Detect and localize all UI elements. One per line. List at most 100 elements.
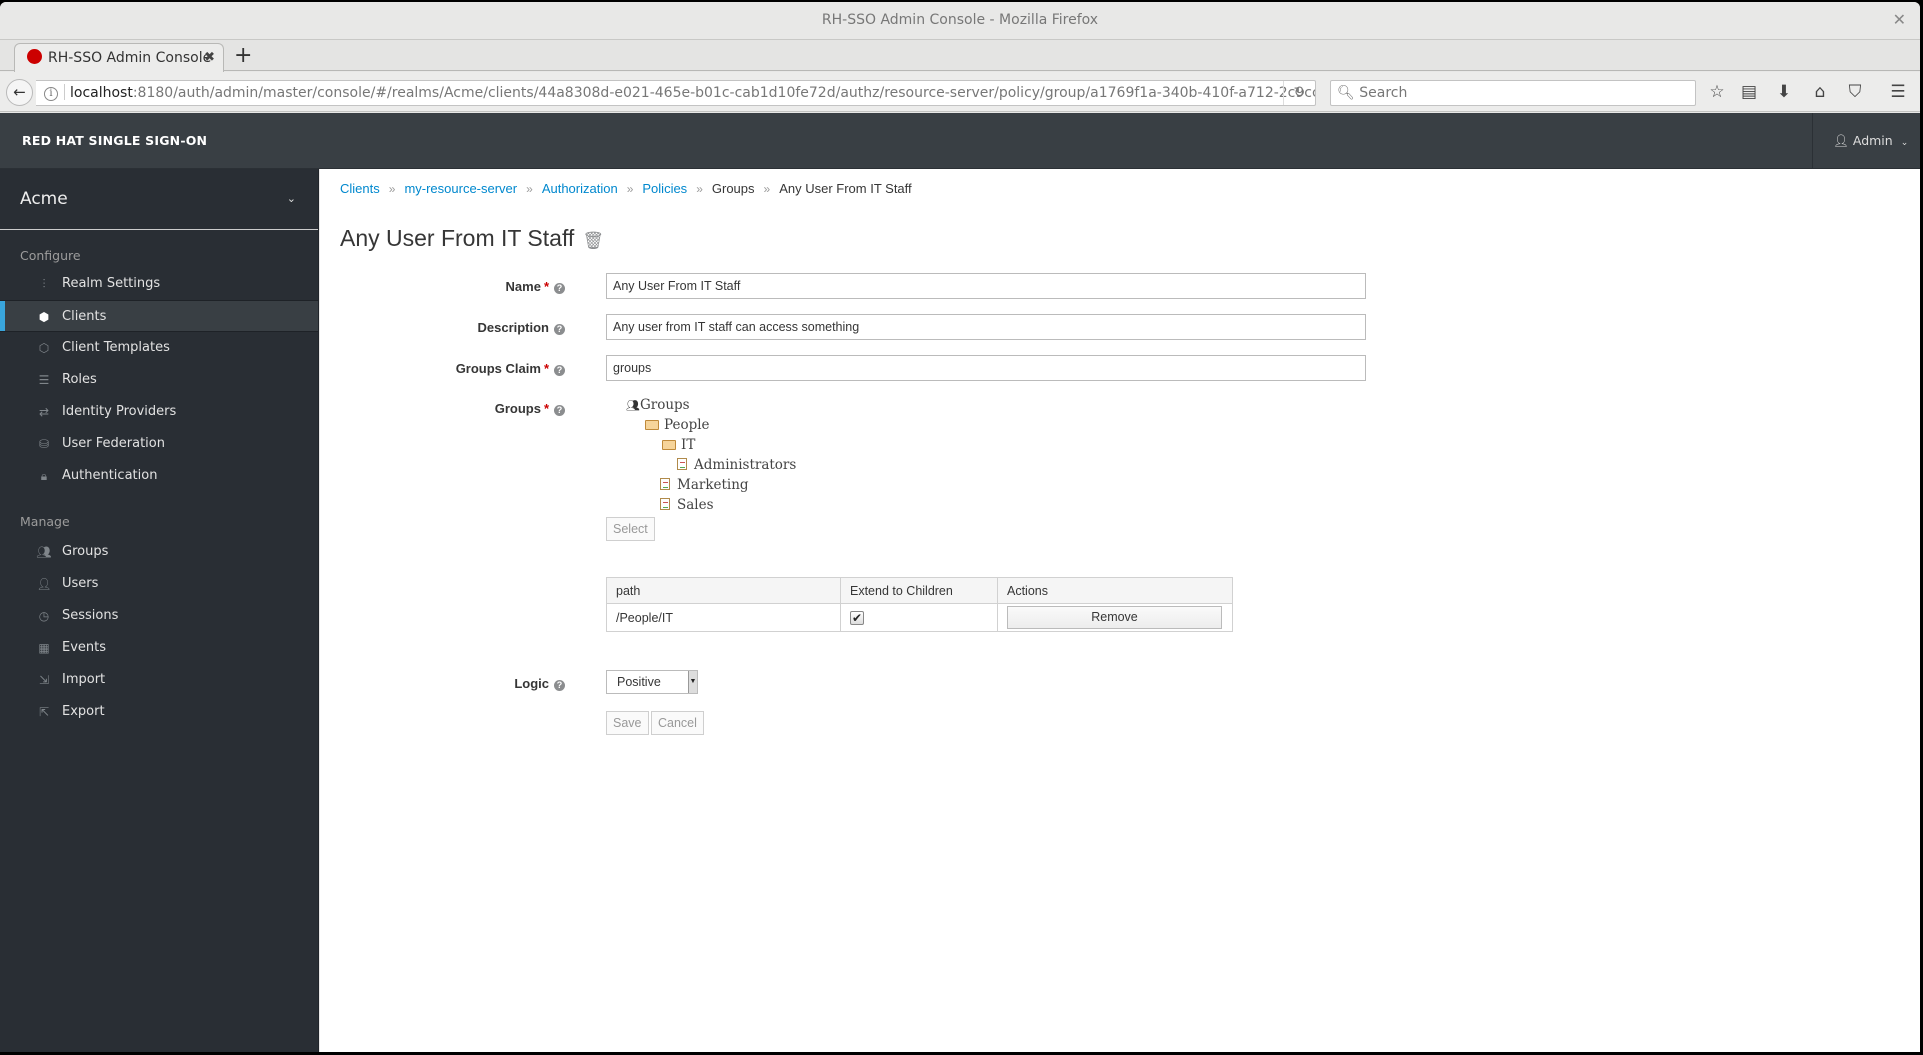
document-icon: [660, 478, 670, 490]
path-cell: /People/IT: [606, 603, 841, 632]
realm-selector[interactable]: Acme ⌄: [0, 169, 318, 230]
section-configure: Configure: [20, 248, 81, 263]
brand-logo[interactable]: RED HAT SINGLE SIGN-ON: [22, 113, 207, 169]
help-icon[interactable]: ?: [554, 405, 565, 416]
export-icon: ⇱: [38, 705, 50, 719]
remove-button[interactable]: Remove: [1007, 606, 1222, 629]
breadcrumb-item[interactable]: Clients: [340, 181, 380, 196]
selected-groups-table: path Extend to Children Actions /People/…: [606, 577, 1233, 632]
description-label: Description?: [477, 320, 565, 335]
tab-close-icon[interactable]: ✖: [204, 44, 215, 72]
download-icon[interactable]: ⬇: [1771, 80, 1797, 104]
browser-tab[interactable]: RH-SSO Admin Console ✖: [14, 43, 224, 73]
help-icon[interactable]: ?: [554, 283, 565, 294]
sidebar-item-authentication[interactable]: 🔒︎ Authentication: [0, 460, 318, 492]
tab-bar: RH-SSO Admin Console ✖ +: [0, 39, 1920, 73]
sidebar-item-roles[interactable]: ☰ Roles: [0, 364, 318, 396]
url-bar[interactable]: i localhost:8180/auth/admin/master/consol…: [36, 80, 1316, 106]
sidebar-item-sessions[interactable]: ◷ Sessions: [0, 600, 318, 632]
chevron-down-icon: ⌄: [286, 192, 296, 205]
tree-node-label: IT: [681, 437, 696, 453]
breadcrumb-separator: »: [696, 182, 703, 196]
users-icon: 👥︎: [626, 399, 640, 412]
home-icon[interactable]: ⌂: [1807, 80, 1833, 104]
window-title: RH-SSO Admin Console - Mozilla Firefox: [821, 12, 1099, 28]
save-button[interactable]: Save: [606, 711, 649, 735]
cube-icon: ⬢: [38, 310, 50, 324]
back-button[interactable]: ←: [6, 79, 33, 106]
sidebar-item-label: Authentication: [62, 468, 158, 483]
search-input[interactable]: 🔍︎ Search: [1330, 80, 1696, 106]
pocket-icon[interactable]: ⛉: [1842, 80, 1868, 104]
tab-label: RH-SSO Admin Console: [48, 50, 212, 66]
reading-list-icon[interactable]: ▤: [1736, 80, 1762, 104]
select-button[interactable]: Select: [606, 517, 655, 541]
tree-node-label: Marketing: [677, 477, 749, 493]
reload-icon[interactable]: ↻: [1283, 81, 1315, 105]
breadcrumb-item[interactable]: Policies: [642, 181, 687, 196]
tree-node[interactable]: Sales: [660, 495, 714, 515]
extend-children-checkbox[interactable]: ✔: [850, 610, 864, 625]
sidebar-item-label: Identity Providers: [62, 404, 177, 419]
nav-toolbar: ← i localhost:8180/auth/admin/master/cons…: [0, 72, 1920, 112]
search-icon: 🔍︎: [1337, 85, 1355, 101]
help-icon[interactable]: ?: [554, 680, 565, 691]
window-close-icon[interactable]: ✕: [1893, 2, 1906, 38]
main-content: Clients » my-resource-server » Authorization…: [320, 169, 1920, 1052]
breadcrumb-separator: »: [626, 182, 634, 196]
breadcrumb-item: Any User From IT Staff: [779, 181, 912, 196]
sidebar-item-events[interactable]: ▦ Events: [0, 632, 318, 664]
sidebar-item-label: User Federation: [62, 436, 165, 451]
sidebar-item-export[interactable]: ⇱ Export: [0, 696, 318, 728]
name-field[interactable]: [606, 273, 1366, 299]
info-icon[interactable]: i: [44, 87, 58, 101]
sidebar-item-import[interactable]: ⇲ Import: [0, 664, 318, 696]
sidebar-item-label: Realm Settings: [62, 276, 161, 291]
dropdown-arrow-icon: ▼: [688, 671, 697, 693]
cancel-button[interactable]: Cancel: [651, 711, 704, 735]
sidebar-item-label: Roles: [62, 372, 97, 387]
sidebar-item-users[interactable]: 👤︎ Users: [0, 568, 318, 600]
help-icon[interactable]: ?: [554, 365, 565, 376]
browser-window: RH-SSO Admin Console - Mozilla Firefox ✕…: [0, 2, 1920, 1052]
import-icon: ⇲: [38, 673, 50, 687]
menu-hamburger-icon[interactable]: ☰: [1885, 80, 1911, 104]
folder-open-icon: [662, 440, 676, 450]
logic-select[interactable]: Positive ▼: [606, 670, 698, 694]
sidebar-item-label: Export: [62, 704, 105, 719]
tree-node-label: Sales: [677, 497, 714, 513]
tree-node[interactable]: IT: [662, 435, 695, 455]
sidebar-item-groups[interactable]: 👥︎ Groups: [0, 536, 318, 568]
breadcrumb: Clients » my-resource-server » Authorization…: [340, 181, 912, 196]
bookmark-star-icon[interactable]: ☆: [1704, 80, 1730, 104]
tree-node[interactable]: Marketing: [660, 475, 749, 495]
description-field[interactable]: [606, 314, 1366, 340]
user-menu[interactable]: 👤︎ Admin ⌄: [1812, 113, 1920, 169]
new-tab-button[interactable]: +: [234, 40, 252, 72]
help-icon[interactable]: ?: [554, 324, 565, 335]
clock-icon: ◷: [38, 609, 50, 623]
folder-open-icon: [645, 420, 659, 430]
groups-claim-label: Groups Claim *?: [456, 361, 565, 376]
column-header-actions: Actions: [997, 577, 1233, 604]
sidebar-item-user-federation[interactable]: ⛁ User Federation: [0, 428, 318, 460]
sidebar-item-identity-providers[interactable]: ⇄ Identity Providers: [0, 396, 318, 428]
column-header-extend: Extend to Children: [840, 577, 998, 604]
tree-root[interactable]: 👥︎Groups: [626, 395, 690, 415]
trash-icon[interactable]: 🗑︎: [582, 231, 604, 251]
breadcrumb-item[interactable]: my-resource-server: [404, 181, 517, 196]
breadcrumb-item[interactable]: Authorization: [542, 181, 618, 196]
breadcrumb-item: Groups: [711, 181, 755, 196]
tree-node[interactable]: Administrators: [677, 455, 796, 475]
user-icon: 👤︎: [36, 577, 52, 591]
name-label: Name *?: [506, 279, 565, 294]
tree-node[interactable]: People: [645, 415, 710, 435]
sidebar-item-client-templates[interactable]: ⬡ Client Templates: [0, 332, 318, 364]
sidebar-item-clients[interactable]: ⬢ Clients: [0, 300, 318, 332]
window-titlebar: RH-SSO Admin Console - Mozilla Firefox ✕: [0, 2, 1920, 38]
groups-claim-field[interactable]: [606, 355, 1366, 381]
sidebar-item-label: Import: [62, 672, 106, 687]
document-icon: [660, 498, 670, 510]
sidebar-item-realm-settings[interactable]: ⫶ Realm Settings: [0, 268, 318, 300]
section-manage: Manage: [20, 514, 70, 529]
